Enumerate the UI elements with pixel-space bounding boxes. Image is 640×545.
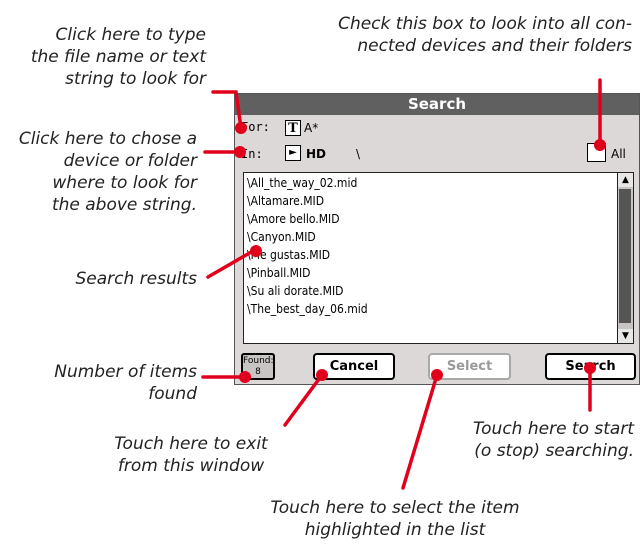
marker-dot: [584, 362, 596, 374]
callout-check-all: Check this box to look into all con- nec…: [338, 13, 632, 57]
marker-dot: [316, 369, 328, 381]
callout-line: Touch here to exit: [114, 434, 268, 454]
list-item[interactable]: \Canyon.MID: [247, 230, 316, 244]
all-devices-label: All: [611, 147, 626, 161]
scroll-down-icon[interactable]: ▼: [618, 329, 633, 343]
search-window: Search For: T A* In: ► HD \ All \All_the…: [234, 93, 640, 385]
list-item[interactable]: \Pinball.MID: [247, 266, 310, 280]
results-scrollbar[interactable]: ▲ ▼: [618, 172, 634, 344]
callout-line: Touch here to start: [472, 419, 634, 439]
callout-line: Click here to chose a: [18, 129, 197, 149]
scroll-up-icon[interactable]: ▲: [618, 173, 633, 187]
callout-line: (o stop) searching.: [474, 441, 634, 461]
list-item[interactable]: \Altamare.MID: [247, 194, 324, 208]
callout-results: Search results: [75, 268, 197, 290]
callout-exit: Touch here to exit from this window: [96, 433, 286, 477]
callout-line: the above string.: [51, 195, 197, 215]
callout-line: string to look for: [65, 69, 206, 89]
device-name[interactable]: HD: [306, 147, 326, 161]
callout-start: Touch here to start (o stop) searching.: [473, 418, 634, 462]
window-title: Search: [235, 94, 639, 115]
leader-select: [401, 373, 439, 490]
callout-line: highlighted in the list: [304, 520, 486, 540]
callout-choose-device: Click here to chose a device or folder w…: [19, 128, 197, 216]
marker-dot: [234, 146, 246, 158]
callout-line: the file name or text: [30, 47, 206, 67]
callout-line: device or folder: [63, 151, 197, 171]
results-list[interactable]: \All_the_way_02.mid \Altamare.MID \Amore…: [243, 172, 618, 344]
callout-line: Click here to type: [55, 25, 206, 45]
callout-line: Search results: [75, 269, 197, 289]
callout-select: Touch here to select the item highlighte…: [250, 497, 540, 541]
callout-found-count: Number of items found: [54, 361, 197, 405]
marker-dot: [431, 369, 443, 381]
search-string-field[interactable]: A*: [304, 121, 318, 135]
found-label: Found:: [243, 356, 274, 366]
list-item[interactable]: \The_best_day_06.mid: [247, 302, 368, 316]
list-item[interactable]: \All_the_way_02.mid: [247, 176, 357, 190]
scroll-thumb[interactable]: [619, 189, 631, 323]
callout-line: from this window: [117, 456, 265, 476]
callout-line: Touch here to select the item: [270, 498, 520, 518]
folder-path[interactable]: \: [356, 147, 360, 161]
text-edit-icon[interactable]: T: [285, 120, 301, 136]
callout-line: nected devices and their folders: [357, 36, 632, 56]
marker-dot: [239, 371, 251, 383]
callout-line: Number of items: [54, 362, 197, 382]
list-item[interactable]: \Amore bello.MID: [247, 212, 340, 226]
folder-browse-icon[interactable]: ►: [285, 145, 301, 161]
list-item[interactable]: \Su ali dorate.MID: [247, 284, 343, 298]
marker-dot: [594, 139, 606, 151]
callout-line: found: [148, 384, 197, 404]
marker-dot: [250, 245, 262, 257]
callout-line: where to look for: [52, 173, 197, 193]
marker-dot: [235, 122, 247, 134]
callout-line: Check this box to look into all con-: [338, 14, 632, 34]
callout-type-string: Click here to type the file name or text…: [31, 24, 206, 90]
